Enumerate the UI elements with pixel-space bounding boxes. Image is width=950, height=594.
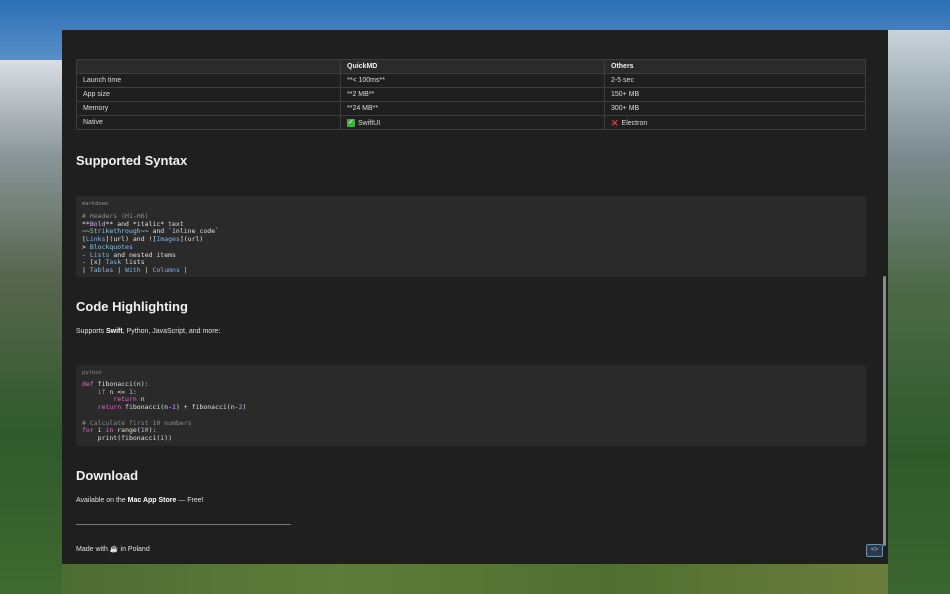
code-language-label: markdown	[82, 201, 109, 207]
table-cell-text: SwiftUI	[358, 119, 381, 127]
supported-syntax-heading: Supported Syntax	[76, 153, 188, 168]
text-segment: Available on the	[76, 497, 128, 504]
table-header-cell	[76, 59, 341, 74]
markdown-code-block: markdown # Headers (H1-H6) **Bold** and *…	[76, 196, 866, 277]
horizontal-rule	[76, 524, 291, 525]
code-language-label: python	[82, 370, 102, 376]
table-cell: Launch time	[76, 73, 341, 88]
table-row: App size **2 MB** 150+ MB	[76, 87, 866, 102]
desktop-wallpaper-left	[0, 60, 62, 594]
code-line: | Tables | With | Columns |	[82, 265, 188, 274]
table-cell: Memory	[76, 101, 341, 116]
table-cell: **24 MB**	[340, 101, 605, 116]
desktop-wallpaper-right	[888, 30, 950, 594]
footer-text: Made with ☕ in Poland	[76, 545, 150, 553]
markdown-preview-window: QuickMD Others Launch time **< 100ms** 2…	[62, 30, 888, 564]
text-segment: in Poland	[118, 546, 150, 553]
code-lines: # Headers (H1-H6) **Bold** and *italic* t…	[82, 212, 219, 275]
text-segment: , Python, JavaScript, and more:	[122, 328, 221, 335]
table-header-cell: QuickMD	[340, 59, 605, 74]
table-cell: Native	[76, 115, 341, 130]
coffee-icon: ☕	[109, 546, 119, 553]
table-cell: App size	[76, 87, 341, 102]
table-row: Native ✓ SwiftUI ✕ Electron	[76, 115, 866, 130]
table-row: Launch time **< 100ms** 2-5 sec	[76, 73, 866, 88]
desktop-wallpaper-bottom	[62, 564, 888, 594]
table-cell-text: Electron	[621, 119, 648, 127]
text-segment: — Free!	[176, 497, 204, 504]
text-bold: Swift	[105, 328, 123, 335]
check-mark-icon: ✓	[347, 118, 355, 127]
download-text: Available on the Mac App Store — Free!	[76, 497, 204, 504]
cross-mark-icon: ✕	[611, 117, 619, 128]
table-cell: 300+ MB	[604, 101, 866, 116]
text-segment: Made with	[76, 546, 110, 553]
table-cell: ✓ SwiftUI	[340, 115, 605, 130]
vertical-scrollbar[interactable]	[881, 276, 888, 550]
table-row: Memory **24 MB** 300+ MB	[76, 101, 866, 116]
python-code-block: python def fibonacci(n): if n <= 1: retu…	[76, 365, 866, 446]
table-cell: ✕ Electron	[604, 115, 866, 130]
table-cell: **2 MB**	[340, 87, 605, 102]
code-highlighting-heading: Code Highlighting	[76, 299, 188, 314]
code-line: return fibonacci(n-1) + fibonacci(n-2)	[97, 403, 247, 412]
table-cell: 2-5 sec	[604, 73, 866, 88]
table-header-row: QuickMD Others	[76, 59, 866, 74]
code-lines: def fibonacci(n): if n <= 1: return n re…	[82, 380, 247, 443]
code-line: print(fibonacci(i))	[82, 433, 173, 442]
table-cell: 150+ MB	[604, 87, 866, 102]
comparison-table: QuickMD Others Launch time **< 100ms** 2…	[76, 59, 866, 130]
app-store-link[interactable]: Mac App Store	[128, 497, 177, 504]
download-heading: Download	[76, 468, 139, 483]
view-source-button[interactable]: <>	[866, 544, 883, 557]
table-cell: **< 100ms**	[340, 73, 605, 88]
scrollbar-thumb[interactable]	[883, 276, 886, 546]
text-segment: Supports	[76, 328, 106, 335]
table-header-cell: Others	[604, 59, 866, 74]
code-highlighting-text: Supports Swift, Python, JavaScript, and …	[76, 328, 220, 335]
